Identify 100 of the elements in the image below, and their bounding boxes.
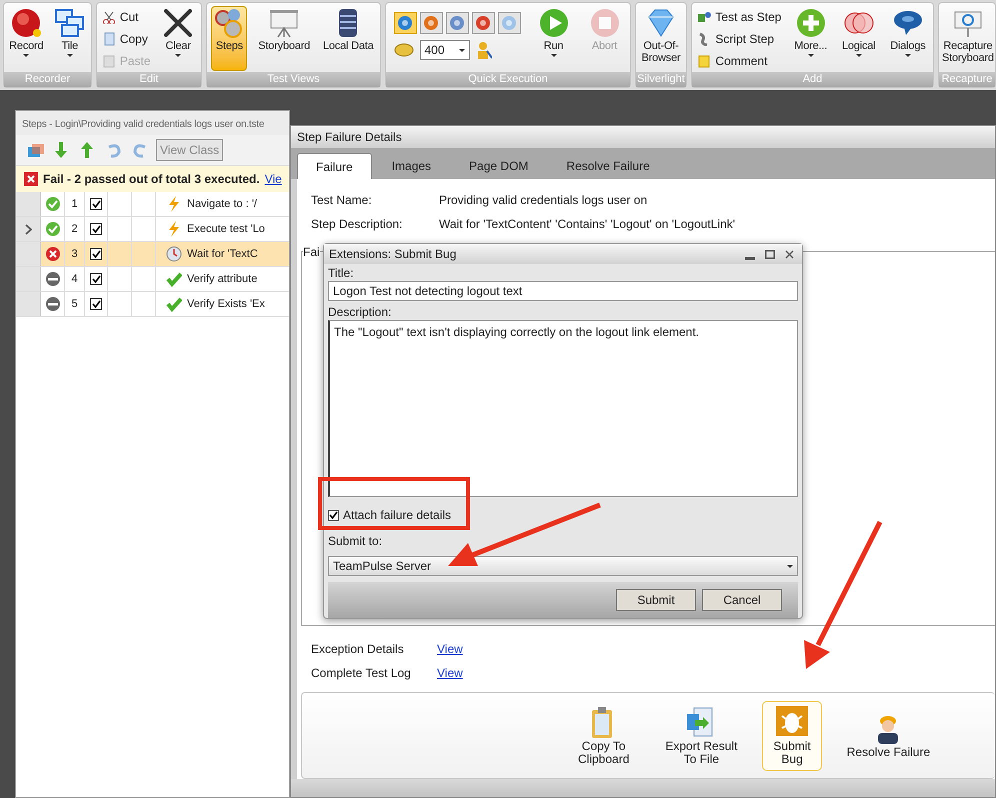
checkmark-icon bbox=[166, 296, 182, 312]
step-number: 4 bbox=[71, 272, 78, 287]
action-button[interactable]: Submit Bug bbox=[762, 700, 822, 770]
step-row[interactable]: 3 Wait for 'TextC bbox=[16, 242, 289, 267]
step-number: 3 bbox=[71, 246, 78, 262]
group-label: Test Views bbox=[207, 72, 380, 87]
row-handle[interactable] bbox=[16, 217, 41, 241]
ribbon-button[interactable]: Tile bbox=[52, 6, 88, 71]
checkbox[interactable] bbox=[90, 298, 102, 310]
field-label: Title: bbox=[328, 266, 354, 281]
field-value: Wait for 'TextContent' 'Contains' 'Logout' on 'LogoutLink' bbox=[439, 216, 736, 233]
minimize-icon bbox=[745, 257, 755, 260]
checkmark-icon bbox=[92, 225, 100, 233]
row-handle[interactable] bbox=[16, 267, 41, 291]
checkbox[interactable] bbox=[90, 223, 102, 235]
globe-icon bbox=[449, 15, 465, 31]
close-icon bbox=[162, 7, 194, 39]
maximize-button[interactable] bbox=[765, 248, 777, 260]
checkmark-icon bbox=[92, 250, 100, 258]
dialog-button[interactable]: Submit bbox=[616, 589, 696, 611]
step-row[interactable]: 2 Execute test 'Lo bbox=[16, 217, 289, 242]
row-handle[interactable] bbox=[16, 192, 41, 216]
step-description: Verify Exists 'Ex bbox=[187, 296, 265, 312]
step-description: Verify attribute bbox=[187, 272, 258, 287]
bug-icon bbox=[776, 706, 808, 738]
caret-icon bbox=[787, 564, 793, 568]
action-button[interactable]: Export Result To File bbox=[654, 700, 748, 770]
caret-icon bbox=[66, 54, 73, 57]
lightning-icon bbox=[166, 221, 182, 237]
caret-icon bbox=[904, 54, 911, 57]
layers-icon bbox=[27, 141, 45, 159]
window-title: Step Failure Details bbox=[291, 126, 995, 148]
checkbox[interactable]: Attach failure details bbox=[328, 505, 452, 525]
note-icon bbox=[697, 54, 712, 68]
action-button[interactable]: Resolve Failure bbox=[836, 700, 942, 770]
checkmark-icon bbox=[92, 300, 100, 308]
description-field[interactable]: The "Logout" text isn't displaying correctly on the logout link element. bbox=[328, 320, 798, 497]
step-row[interactable]: 1 Navigate to : '/ bbox=[16, 192, 289, 217]
easel-icon bbox=[268, 7, 300, 39]
ribbon-button[interactable]: Logical bbox=[840, 6, 878, 71]
record-icon bbox=[10, 7, 42, 39]
row-handle[interactable] bbox=[16, 292, 41, 316]
checkbox[interactable] bbox=[90, 198, 102, 210]
step-description: Navigate to : '/ bbox=[187, 196, 257, 212]
maximize-icon bbox=[765, 250, 775, 258]
ribbon-button[interactable]: Record bbox=[7, 6, 46, 71]
view-link[interactable]: Vie bbox=[264, 170, 282, 188]
field-label: Step Description: bbox=[311, 216, 404, 233]
ribbon-button[interactable]: Run bbox=[536, 6, 572, 71]
ribbon-button[interactable]: Local Data bbox=[320, 6, 376, 71]
step-row[interactable]: 5 Verify Exists 'Ex bbox=[16, 292, 289, 317]
row-handle[interactable] bbox=[16, 242, 41, 266]
ribbon-button[interactable]: Cut bbox=[102, 6, 151, 27]
checkmark-icon bbox=[92, 275, 100, 283]
ribbon-button[interactable]: More... bbox=[792, 6, 830, 71]
field-label: Exception Details bbox=[311, 641, 405, 658]
title-field[interactable]: Logon Test not detecting logout text bbox=[328, 281, 798, 301]
dialog-title: Extensions: Submit Bug bbox=[329, 246, 456, 263]
ribbon-button[interactable]: Clear bbox=[160, 6, 196, 71]
close-icon bbox=[785, 250, 794, 258]
ribbon-button[interactable]: Out-Of-Browser bbox=[637, 6, 685, 71]
ribbon-button[interactable]: Storyboard bbox=[256, 6, 312, 71]
view-link[interactable]: View bbox=[437, 664, 463, 682]
tab[interactable]: Page DOM bbox=[451, 153, 546, 179]
caret-icon bbox=[550, 54, 556, 57]
tab[interactable]: Failure bbox=[297, 153, 372, 179]
browser-button[interactable] bbox=[446, 12, 468, 34]
group-label: Add bbox=[692, 72, 933, 87]
checkbox[interactable] bbox=[90, 248, 102, 260]
caret-icon bbox=[23, 54, 30, 57]
server-dropdown[interactable]: TeamPulse Server bbox=[328, 556, 798, 576]
step-number: 1 bbox=[71, 196, 78, 212]
checkbox[interactable] bbox=[90, 273, 102, 285]
caret-icon bbox=[458, 48, 464, 52]
tab[interactable]: Images bbox=[374, 153, 450, 179]
ribbon-button[interactable]: Copy bbox=[102, 28, 151, 49]
globe-icon bbox=[475, 15, 491, 31]
ribbon-button[interactable]: Comment bbox=[697, 50, 782, 71]
ribbon-button[interactable]: Recapture Storyboard bbox=[940, 6, 996, 71]
lightning-icon bbox=[166, 196, 182, 212]
view-link[interactable]: View bbox=[437, 640, 463, 658]
ribbon-button[interactable]: Dialogs bbox=[888, 6, 928, 71]
step-number: 2 bbox=[71, 222, 78, 237]
field-label: Test Name: bbox=[311, 192, 373, 209]
chevron-right-icon bbox=[24, 224, 32, 234]
step-row[interactable]: 4 Verify attribute bbox=[16, 267, 289, 292]
tab[interactable]: Resolve Failure bbox=[548, 153, 668, 179]
ribbon-button[interactable]: Test as Step bbox=[697, 6, 782, 27]
browser-button[interactable] bbox=[394, 12, 416, 34]
ribbon-button[interactable]: Steps bbox=[211, 6, 248, 71]
browser-button[interactable] bbox=[498, 12, 520, 34]
browser-button[interactable] bbox=[420, 12, 442, 34]
person-icon bbox=[476, 41, 492, 59]
ribbon-button[interactable]: Script Step bbox=[697, 28, 782, 49]
browser-button[interactable] bbox=[472, 12, 494, 34]
document-icon bbox=[102, 32, 116, 46]
caret-icon bbox=[175, 54, 182, 57]
dialog-button[interactable]: Cancel bbox=[702, 589, 782, 611]
speed-dropdown[interactable]: 400 bbox=[420, 40, 470, 60]
action-button[interactable]: Copy To Clipboard bbox=[567, 700, 640, 770]
